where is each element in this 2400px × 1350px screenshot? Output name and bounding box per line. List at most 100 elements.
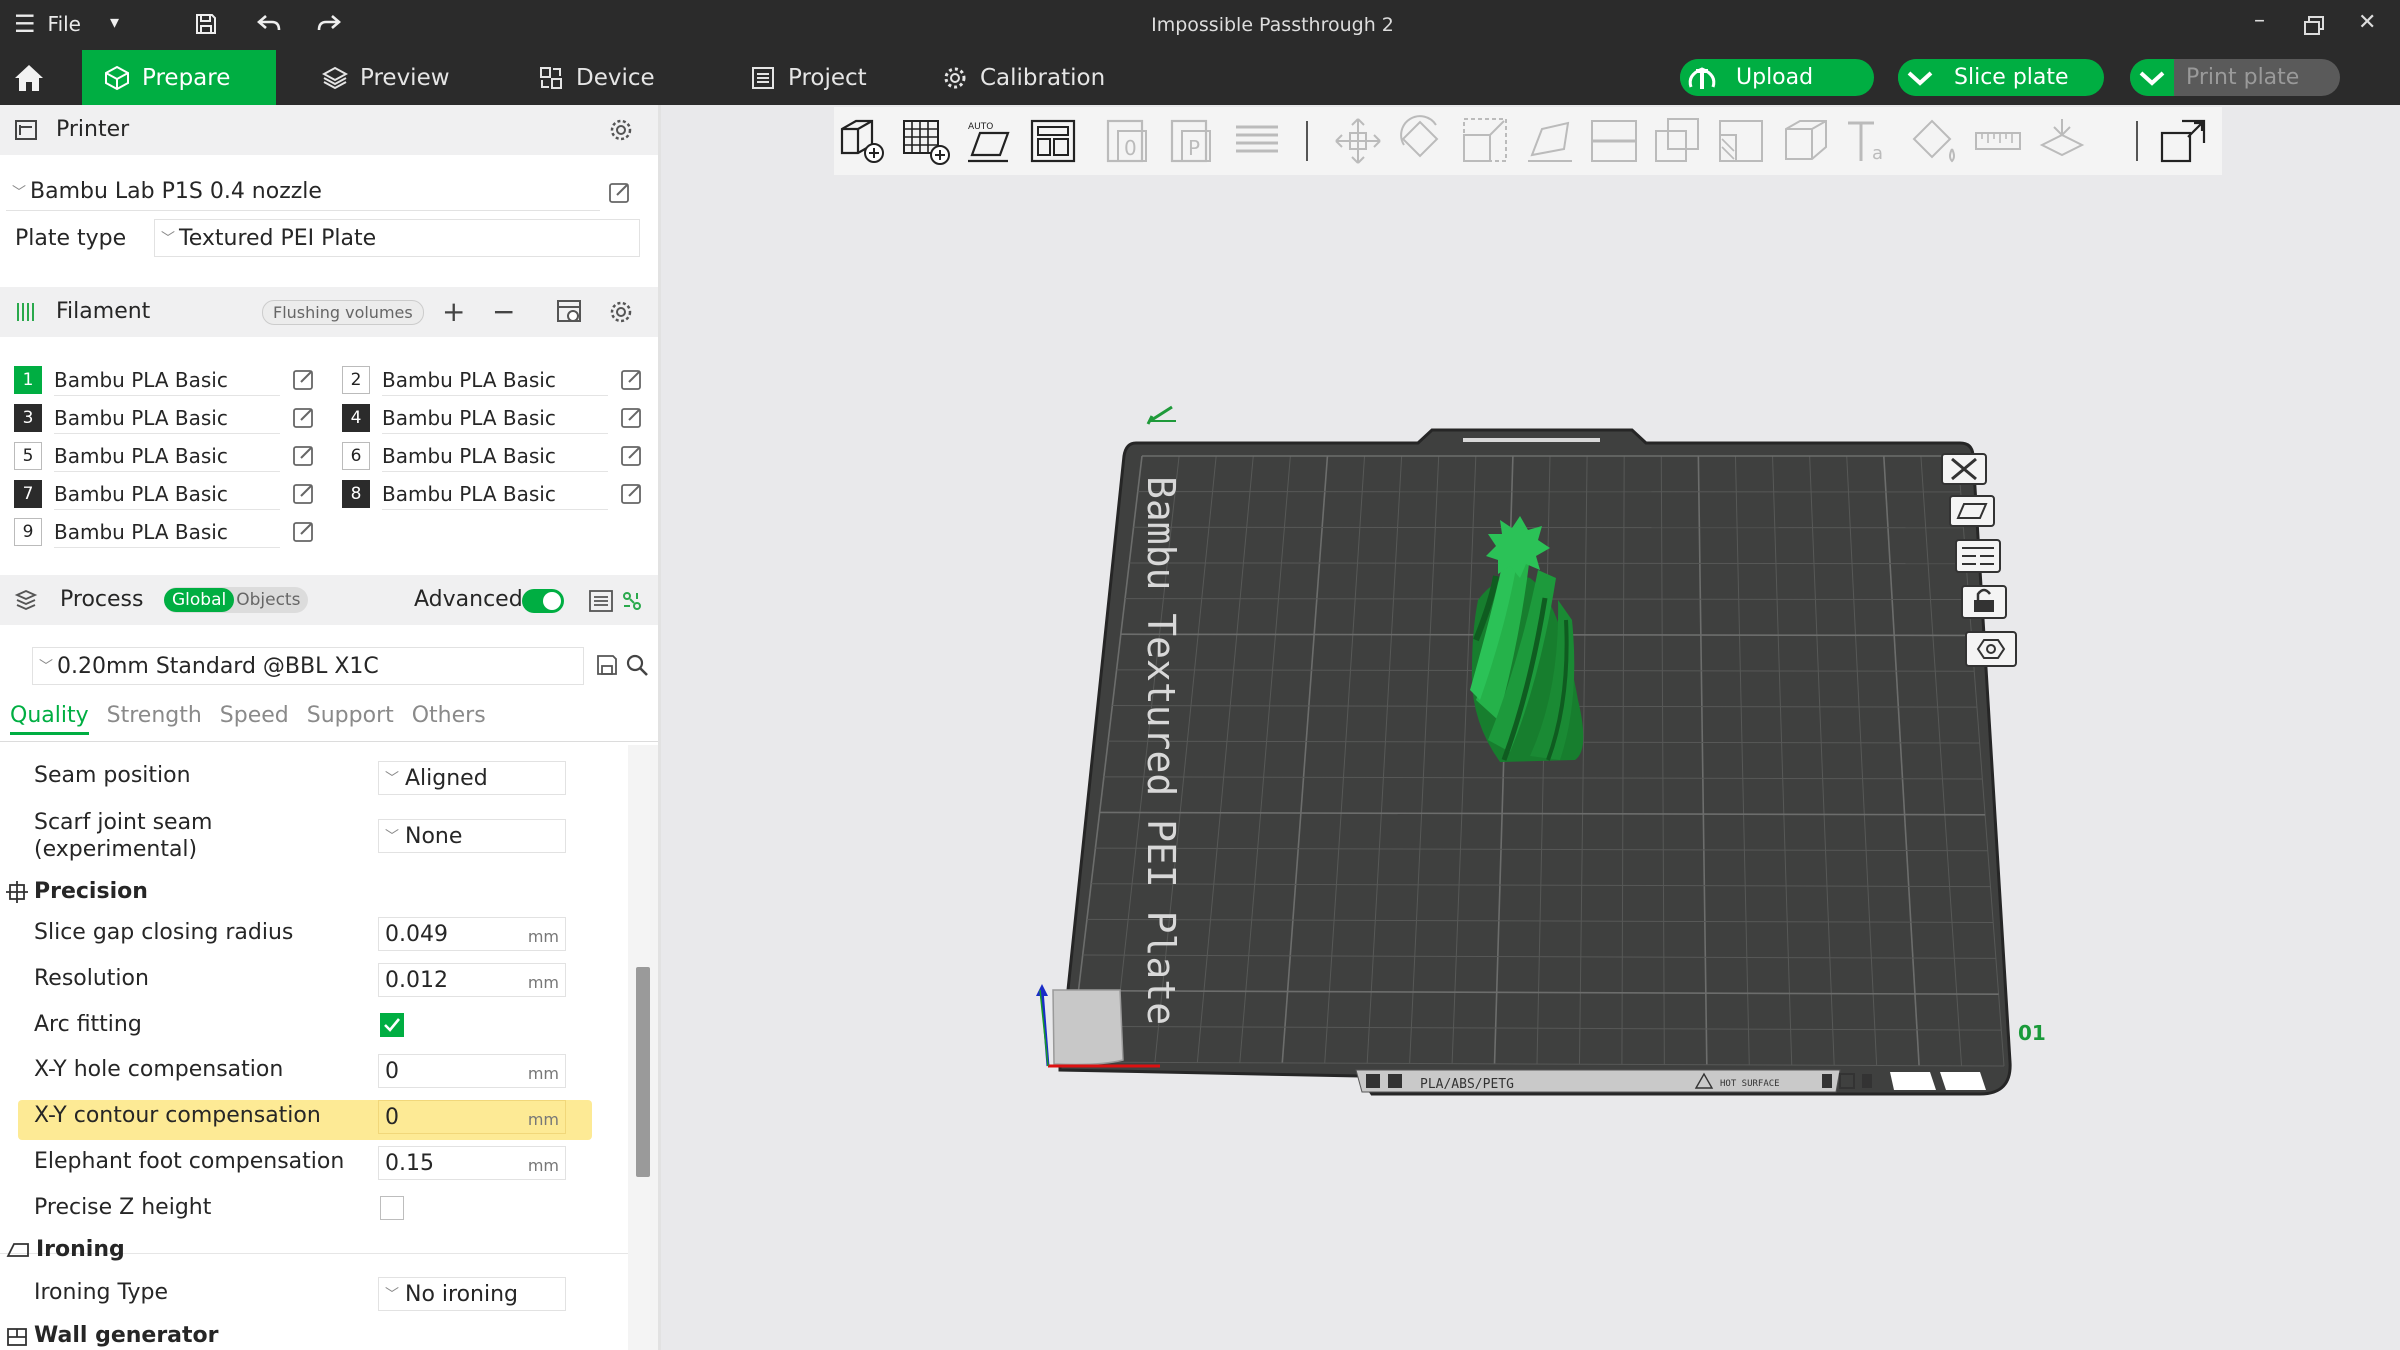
boolean-icon[interactable] (1652, 115, 1704, 167)
edit-filament-icon[interactable] (292, 520, 316, 544)
tab-preview[interactable]: Preview (300, 50, 472, 105)
scarf-seam-value: None (405, 823, 463, 849)
edit-filament-icon[interactable] (620, 482, 644, 506)
slice-gap-input[interactable]: 0.049 mm (378, 917, 566, 951)
list-view-icon[interactable] (588, 589, 614, 613)
tab-quality[interactable]: Quality (10, 703, 89, 735)
filament-slot-2[interactable]: 2 Bambu PLA Basic (342, 364, 608, 396)
scrollbar-thumb[interactable] (636, 967, 650, 1177)
edit-filament-icon[interactable] (292, 444, 316, 468)
plate-controls[interactable] (1941, 453, 2017, 667)
cut-icon[interactable] (1588, 115, 1640, 167)
add-object-icon[interactable] (836, 115, 888, 167)
support-paint-icon[interactable] (1716, 115, 1768, 167)
add-plate-icon[interactable] (900, 115, 952, 167)
tab-project[interactable]: Project (728, 50, 889, 105)
lay-on-face-icon[interactable] (1524, 115, 1576, 167)
edit-filament-icon[interactable] (292, 406, 316, 430)
build-plate[interactable] (1058, 428, 2012, 1096)
layers-list-icon[interactable] (1232, 115, 1284, 167)
move-icon[interactable] (1332, 115, 1384, 167)
add-filament-icon[interactable]: + (442, 295, 465, 328)
tab-speed[interactable]: Speed (220, 703, 289, 735)
tab-support[interactable]: Support (307, 703, 394, 735)
split-icon[interactable] (2158, 115, 2210, 167)
edit-filament-icon[interactable] (620, 444, 644, 468)
filament-slot-3[interactable]: 3 Bambu PLA Basic (14, 402, 280, 434)
filament-slot-9[interactable]: 9 Bambu PLA Basic (14, 516, 280, 548)
plate-edit-icon[interactable] (1146, 405, 1176, 425)
arrange-icon[interactable] (1028, 115, 1080, 167)
filament-slot-7[interactable]: 7 Bambu PLA Basic (14, 478, 280, 510)
lock-plate-icon[interactable] (1961, 585, 2007, 619)
printer-settings-icon[interactable] (608, 117, 634, 143)
filament-slot-1[interactable]: 1 Bambu PLA Basic (14, 364, 280, 396)
ironing-type-select[interactable]: ﹀ No ironing (378, 1277, 566, 1311)
measure-icon[interactable] (1972, 115, 2024, 167)
filament-slot-6[interactable]: 6 Bambu PLA Basic (342, 440, 608, 472)
slice-plate-button[interactable]: Slice plate (1898, 59, 2104, 96)
filament-settings-icon[interactable] (608, 299, 634, 325)
seam-position-select[interactable]: ﹀ Aligned (378, 761, 566, 795)
remove-filament-icon[interactable]: − (492, 295, 515, 328)
close-icon[interactable]: ✕ (2358, 10, 2376, 35)
search-icon[interactable] (624, 652, 650, 678)
edit-filament-icon[interactable] (620, 368, 644, 392)
global-option[interactable]: Global (164, 588, 235, 612)
resolution-input[interactable]: 0.012 mm (378, 963, 566, 997)
restore-icon[interactable] (2304, 16, 2326, 36)
filament-section-header[interactable]: Filament Flushing volumes + − (0, 287, 658, 337)
edit-filament-icon[interactable] (292, 482, 316, 506)
tab-strength[interactable]: Strength (107, 703, 202, 735)
upload-button[interactable]: Upload (1680, 59, 1874, 96)
filament-sync-icon[interactable] (556, 299, 584, 325)
edit-printer-icon[interactable] (608, 181, 632, 205)
grid-line (1116, 669, 1975, 672)
tab-calibration[interactable]: Calibration (920, 50, 1127, 105)
seam-position-value: Aligned (405, 765, 488, 791)
tab-device[interactable]: Device (516, 50, 677, 105)
plate-type-select[interactable]: ﹀ Textured PEI Plate (154, 219, 640, 257)
auto-orient-icon[interactable]: AUTO (964, 115, 1016, 167)
objects-option[interactable]: Objects (234, 590, 300, 610)
flushing-volumes-button[interactable]: Flushing volumes (262, 300, 424, 325)
tab-prepare[interactable]: Prepare (82, 50, 276, 105)
home-button[interactable] (0, 50, 58, 105)
plate-p-icon[interactable]: P (1168, 115, 1220, 167)
advanced-toggle[interactable] (522, 589, 564, 613)
edit-filament-icon[interactable] (292, 368, 316, 392)
precise-z-checkbox[interactable] (380, 1196, 404, 1220)
scale-icon[interactable] (1460, 115, 1512, 167)
minimize-icon[interactable]: – (2254, 8, 2265, 33)
grid-line (1366, 455, 1403, 1064)
twisted-model[interactable] (1470, 516, 1584, 762)
xy-contour-input[interactable]: 0 mm (378, 1100, 566, 1134)
compare-icon[interactable] (620, 589, 644, 613)
text-icon[interactable]: a (1844, 115, 1896, 167)
arrange-plate-icon[interactable] (1955, 539, 2001, 573)
printer-select[interactable]: ﹀ Bambu Lab P1S 0.4 nozzle (6, 173, 600, 211)
device-icon (540, 66, 562, 89)
orient-plate-icon[interactable] (1949, 495, 1995, 527)
printer-section-header[interactable]: Printer (0, 105, 658, 155)
tab-others[interactable]: Others (412, 703, 486, 735)
scarf-seam-select[interactable]: ﹀ None (378, 819, 566, 853)
process-preset-select[interactable]: ﹀ 0.20mm Standard @BBL X1C (32, 647, 584, 685)
color-paint-icon[interactable] (1908, 115, 1960, 167)
global-objects-toggle[interactable]: Global Objects (164, 587, 308, 613)
print-plate-button[interactable]: Print plate (2130, 59, 2340, 96)
save-preset-icon[interactable] (596, 654, 618, 676)
elephant-foot-input[interactable]: 0.15 mm (378, 1146, 566, 1180)
seam-paint-icon[interactable] (1780, 115, 1832, 167)
xy-hole-input[interactable]: 0 mm (378, 1054, 566, 1088)
close-plate-icon[interactable] (1941, 453, 1987, 485)
plate-settings-icon[interactable] (1965, 631, 2017, 667)
filament-slot-8[interactable]: 8 Bambu PLA Basic (342, 478, 608, 510)
edit-filament-icon[interactable] (620, 406, 644, 430)
assembly-icon[interactable] (2036, 115, 2088, 167)
arc-fitting-checkbox[interactable] (380, 1013, 404, 1037)
rotate-icon[interactable] (1396, 115, 1448, 167)
filament-slot-5[interactable]: 5 Bambu PLA Basic (14, 440, 280, 472)
filament-slot-4[interactable]: 4 Bambu PLA Basic (342, 402, 608, 434)
plate-0-icon[interactable]: 0 (1104, 115, 1156, 167)
